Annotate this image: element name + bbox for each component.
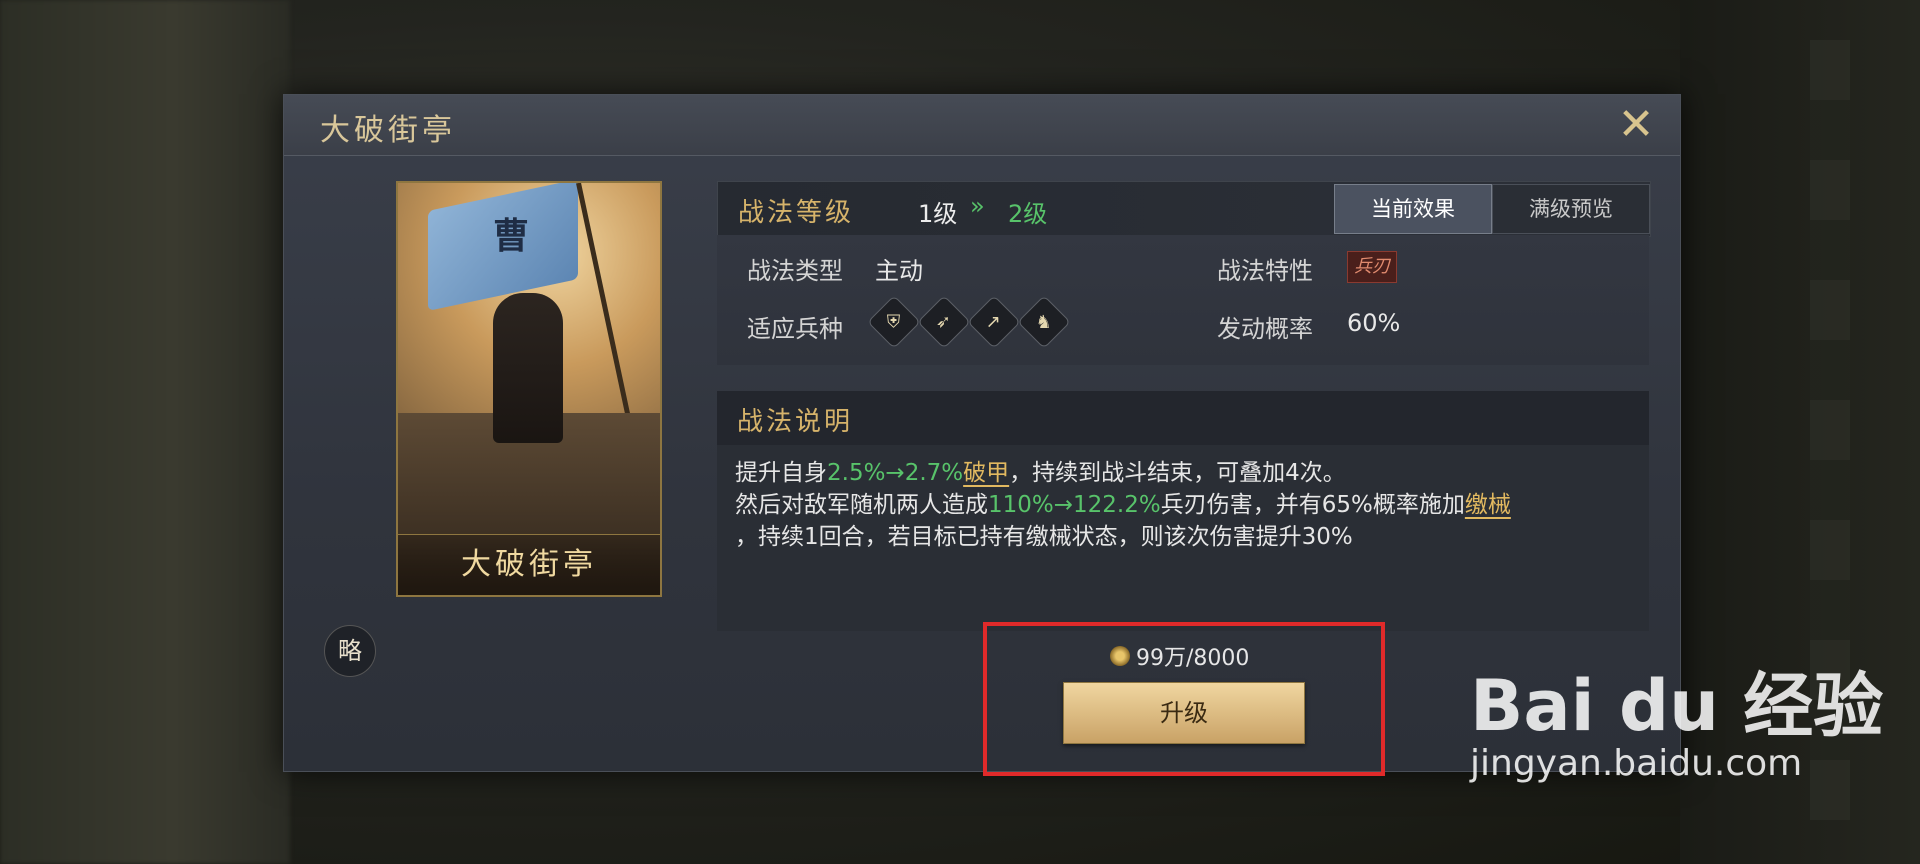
highlight-box: [983, 622, 1385, 776]
troop-icons: ⛨ ➶ ↗ ♞: [867, 295, 1071, 349]
desc-text: ，持续到战斗结束，可叠加4次。: [1009, 460, 1346, 486]
type-label: 战法类型: [747, 257, 843, 285]
flag-char: 曹: [493, 215, 530, 257]
rate-label: 发动概率: [1217, 315, 1313, 343]
desc-text: 提升自身: [735, 460, 827, 486]
background-left: [0, 0, 290, 864]
desc-text: 兵刃伤害，并有65%概率施加: [1160, 492, 1465, 518]
keyword-armor-break[interactable]: 破甲: [963, 460, 1009, 486]
spear-icon: ↗: [967, 295, 1021, 349]
trait-label: 战法特性: [1217, 257, 1313, 285]
bow-icon: ➶: [917, 295, 971, 349]
effect-tabs: 当前效果 满级预览: [1334, 184, 1650, 234]
skill-description: 战法说明 提升自身2.5%→2.7%破甲，持续到战斗结束，可叠加4次。 然后对敌…: [717, 391, 1649, 631]
dialog-titlebar: 大破街亭 ✕: [284, 95, 1680, 156]
description-line-2: 然后对敌军随机两人造成110%→122.2%兵刃伤害，并有65%概率施加缴械: [735, 489, 1635, 521]
description-body: 提升自身2.5%→2.7%破甲，持续到战斗结束，可叠加4次。 然后对敌军随机两人…: [735, 457, 1635, 553]
close-icon[interactable]: ✕: [1612, 101, 1660, 149]
shield-icon: ⛨: [867, 295, 921, 349]
level-current: 1级: [918, 200, 958, 228]
description-line-3: ，持续1回合，若目标已持有缴械状态，则该次伤害提升30%: [735, 524, 1353, 550]
skill-card: 曹 大破街亭: [396, 181, 662, 597]
troops-label: 适应兵种: [747, 315, 843, 343]
level-next: 2级: [1008, 200, 1048, 228]
trait-tag: 兵刃: [1347, 251, 1397, 283]
desc-value: 2.5%→2.7%: [827, 460, 964, 486]
tab-max-preview[interactable]: 满级预览: [1492, 184, 1650, 234]
tab-current-effect[interactable]: 当前效果: [1334, 184, 1492, 234]
level-row: 战法等级 1级 » 2级 当前效果 满级预览: [717, 181, 1651, 237]
type-value: 主动: [875, 257, 923, 285]
description-line-1: 提升自身2.5%→2.7%破甲，持续到战斗结束，可叠加4次。: [735, 457, 1635, 489]
desc-value: 110%→122.2%: [988, 492, 1161, 518]
skill-attributes: 战法类型 主动 战法特性 兵刃 适应兵种 ⛨ ➶ ↗ ♞ 发动概率 60%: [717, 235, 1649, 365]
level-label: 战法等级: [738, 198, 855, 228]
horse-icon: ♞: [1017, 295, 1071, 349]
keyword-disarm[interactable]: 缴械: [1465, 492, 1511, 518]
dialog-title: 大破街亭: [320, 113, 456, 148]
watermark: Bai du 经验 jingyan.baidu.com: [1470, 650, 1883, 784]
warrior-figure: [493, 293, 563, 443]
description-header: 战法说明: [717, 391, 1649, 445]
card-name: 大破街亭: [398, 534, 660, 595]
desc-text: 然后对敌军随机两人造成: [735, 492, 988, 518]
strategy-badge[interactable]: 略: [324, 625, 376, 677]
level-arrow-icon: »: [970, 192, 985, 220]
watermark-main: Bai du 经验: [1470, 665, 1884, 747]
description-title: 战法说明: [737, 407, 854, 437]
rate-value: 60%: [1347, 309, 1401, 337]
